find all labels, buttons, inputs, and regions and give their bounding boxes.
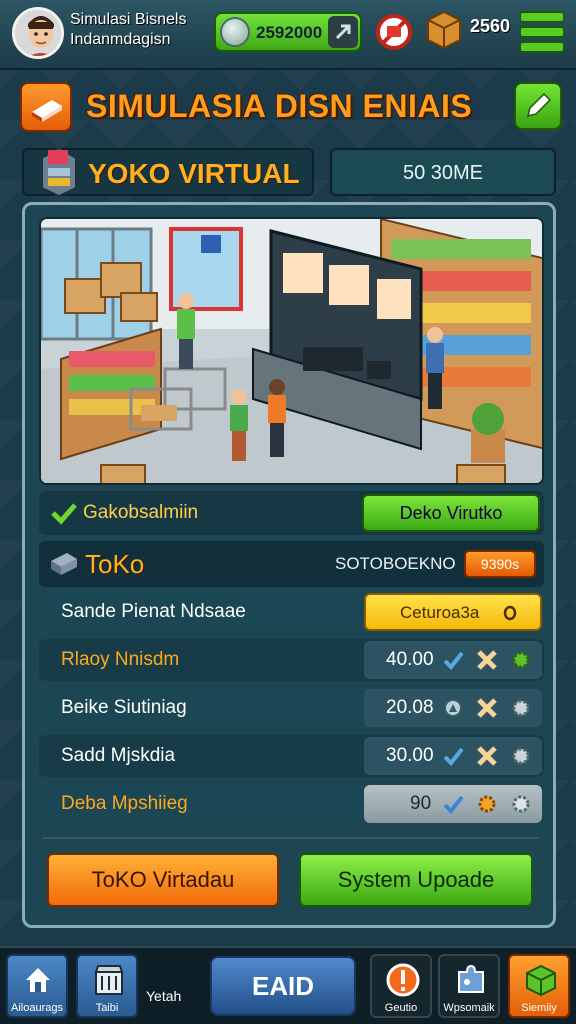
nav-shop[interactable]: Taibi xyxy=(76,954,138,1018)
divider xyxy=(43,837,539,839)
toko-header: ToKo SOTOBOEKNO 9390s xyxy=(39,541,544,587)
store-score-chip: 50 30ME xyxy=(330,148,556,196)
money-display[interactable]: 2592000 xyxy=(214,12,362,52)
list-item[interactable]: Deba Mpshiieg 90 xyxy=(39,783,544,825)
row-name: Deba Mpshiieg xyxy=(61,793,188,814)
menu-icon[interactable] xyxy=(519,10,565,59)
nav-puzzle[interactable]: Wpsomaik xyxy=(438,954,500,1018)
top-bar: Simulasi Bisnels Indanmdagisn 2592000 25… xyxy=(0,0,576,70)
row-name: Rlaoy Nnisdm xyxy=(61,649,180,670)
gear-icon[interactable] xyxy=(510,745,532,767)
nav-alert[interactable]: Geutio xyxy=(370,954,432,1018)
gear-icon[interactable] xyxy=(476,793,498,815)
check-icon[interactable] xyxy=(442,649,464,671)
toko-title: ToKo xyxy=(85,549,145,579)
status-label: Gakobsalmiin xyxy=(83,502,199,523)
nav-shop-label: Taibi xyxy=(95,1002,119,1014)
status-row: Gakobsalmiin Deko Virutko xyxy=(39,491,544,535)
money-amount: 2592000 xyxy=(256,23,323,42)
cube-icon xyxy=(526,964,556,997)
puzzle-icon xyxy=(458,964,484,993)
nav-green-label: Siemiiy xyxy=(521,1002,557,1014)
system-upgrade-button[interactable]: System Upoade xyxy=(299,853,533,907)
check-icon[interactable] xyxy=(442,745,464,767)
gear-icon[interactable] xyxy=(510,793,532,815)
money-arrow-icon[interactable] xyxy=(328,16,358,48)
bottom-nav: Ailoaurags Taibi Yetah EAID Geutio Wpsom… xyxy=(0,946,576,1024)
list-item[interactable]: Rlaoy Nnisdm 40.00 xyxy=(39,639,544,681)
nav-puzzle-label: Wpsomaik xyxy=(443,1002,495,1014)
row-name: Beike Siutiniag xyxy=(61,697,187,718)
book-icon xyxy=(32,100,62,122)
store-building-icon xyxy=(41,146,77,198)
crate-icon[interactable] xyxy=(426,10,462,55)
status-button[interactable]: Deko Virutko xyxy=(362,494,540,532)
toko-badge[interactable]: 9390s xyxy=(464,550,536,578)
list-item[interactable]: Sande Pienat Ndsaae Ceturoa3a xyxy=(39,591,544,633)
row-value-box: 40.00 xyxy=(364,641,542,679)
list-item[interactable]: Sadd Mjskdia 30.00 xyxy=(39,735,544,777)
cash-icon xyxy=(51,553,77,575)
row-value: Ceturoa3a xyxy=(400,603,480,622)
ring-icon xyxy=(503,605,517,621)
row-name: Sande Pienat Ndsaae xyxy=(61,601,246,622)
player-name: Simulasi Bisnels Indanmdagisn xyxy=(70,11,187,48)
coin-icon xyxy=(220,17,250,47)
edit-button[interactable] xyxy=(514,82,562,130)
nav-green-cube[interactable]: Siemiiy xyxy=(508,954,570,1018)
ledger-button[interactable] xyxy=(20,82,72,132)
check-icon[interactable] xyxy=(442,793,464,815)
player-avatar[interactable] xyxy=(12,7,64,59)
row-name: Sadd Mjskdia xyxy=(61,745,176,766)
shop-icon xyxy=(94,965,124,995)
nav-main-button[interactable]: EAID xyxy=(210,956,356,1016)
row-value: 90 xyxy=(410,793,432,814)
store-score-label: 50 30ME xyxy=(402,162,484,184)
store-scene-image xyxy=(39,217,544,485)
tools-icon[interactable] xyxy=(476,697,498,719)
store-panel: Gakobsalmiin Deko Virutko ToKo SOTOBOEKN… xyxy=(22,202,556,928)
item-count: 2560 xyxy=(470,16,511,36)
gear-icon[interactable] xyxy=(510,697,532,719)
row-value: 20.08 xyxy=(386,697,434,718)
nav-home[interactable]: Ailoaurags xyxy=(6,954,68,1018)
row-value-box: 20.08 xyxy=(364,689,542,727)
row-value-box: 30.00 xyxy=(364,737,542,775)
check-icon xyxy=(51,503,77,525)
gear-icon[interactable] xyxy=(510,649,532,671)
tools-icon[interactable] xyxy=(476,649,498,671)
alert-icon xyxy=(386,963,420,997)
row-value: 40.00 xyxy=(386,649,434,670)
home-icon xyxy=(26,968,50,992)
pencil-icon xyxy=(526,92,552,118)
toko-virtual-button[interactable]: ToKO Virtadau xyxy=(47,853,279,907)
row-value-box: 90 xyxy=(364,785,542,823)
list-item[interactable]: Beike Siutiniag 20.08 xyxy=(39,687,544,729)
row-value: 30.00 xyxy=(386,745,434,766)
page-title: SIMULASIA DISN ENIAIS xyxy=(86,88,473,124)
row-value-button[interactable]: Ceturoa3a xyxy=(364,593,542,631)
tools-icon[interactable] xyxy=(476,745,498,767)
toko-subtitle: SOTOBOEKNO xyxy=(335,554,456,573)
compass-icon[interactable] xyxy=(442,697,464,719)
title-row: SIMULASIA DISN ENIAIS xyxy=(20,80,562,134)
nav-home-label: Ailoaurags xyxy=(11,1002,63,1014)
no-entry-icon[interactable] xyxy=(374,12,414,57)
nav-shop-side-label: Yetah xyxy=(146,988,182,1004)
nav-alert-label: Geutio xyxy=(384,1002,418,1014)
store-name-chip[interactable]: YOKO VIRTUAL xyxy=(22,146,314,198)
store-name: YOKO VIRTUAL xyxy=(88,158,300,189)
